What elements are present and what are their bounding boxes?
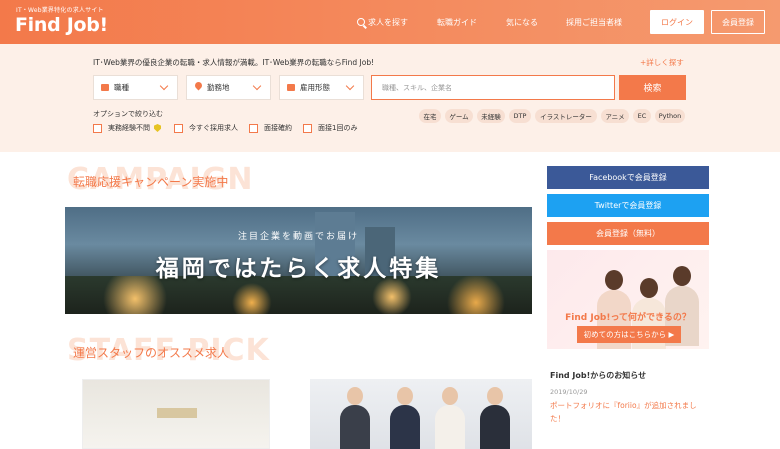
option-hiring-now[interactable]: 今すぐ採用求人 [174, 123, 238, 133]
tag-dtp[interactable]: DTP [509, 109, 531, 123]
person-head [640, 278, 658, 298]
option-no-experience[interactable]: 実務経験不問 [93, 123, 161, 133]
person-head [397, 387, 413, 405]
options-label: オプションで絞り込む [93, 110, 163, 118]
shield-icon [154, 124, 161, 132]
person-figure [435, 387, 465, 449]
location-label: 勤務地 [207, 83, 230, 92]
person-figure [340, 387, 370, 449]
fukuoka-feature-banner[interactable]: 注目企業を動画でお届け 福岡ではたらく求人特集 [65, 207, 532, 314]
location-pin-icon [193, 80, 204, 91]
banner-title: 福岡ではたらく求人特集 [155, 256, 442, 282]
employment-type-select[interactable]: 雇用形態 [279, 75, 364, 100]
person-head [487, 387, 503, 405]
detailed-search-link[interactable]: +詳しく探す [640, 57, 684, 68]
nav-recruiter[interactable]: 採用ご担当者様 [566, 17, 622, 28]
checkbox[interactable] [174, 123, 183, 133]
twitter-register-button[interactable]: Twitterで会員登録 [547, 194, 709, 217]
location-select[interactable]: 勤務地 [186, 75, 271, 100]
job-photo-office[interactable] [82, 379, 270, 449]
option-label: 実務経験不問 [108, 124, 150, 132]
person-head [673, 266, 691, 286]
job-photo-team[interactable] [310, 379, 532, 449]
option-single-interview[interactable]: 面接1回のみ [303, 123, 357, 133]
register-button[interactable]: 会員登録 [711, 10, 765, 34]
login-button[interactable]: ログイン [650, 10, 704, 34]
option-label: 面接1回のみ [318, 124, 358, 132]
option-interview-guaranteed[interactable]: 面接確約 [249, 123, 292, 133]
news-link[interactable]: ポートフォリオに『foriio』が追加されました！ [550, 399, 710, 425]
job-type-select[interactable]: 職種 [93, 75, 178, 100]
tag-anime[interactable]: アニメ [601, 109, 629, 123]
person-head [605, 270, 623, 290]
banner-subtitle: 注目企業を動画でお届け [237, 232, 359, 242]
beginner-guide-button[interactable]: 初めての方はこちらから ▶ [577, 326, 681, 343]
staff-pick-section-title: 運営スタッフのオススメ求人 [73, 346, 230, 360]
campaign-section-title: 転職応援キャンペーン実施中 [73, 175, 229, 189]
chevron-down-icon [252, 81, 262, 91]
logo-subtitle: IT・Web業界特化の求人サイト [16, 7, 104, 14]
tag-inexperienced[interactable]: 未経験 [477, 109, 505, 123]
nav-search-jobs[interactable]: 求人を探す [357, 17, 408, 28]
tag-game[interactable]: ゲーム [445, 109, 473, 123]
chevron-down-icon [159, 81, 169, 91]
checkbox[interactable] [249, 123, 258, 133]
search-button[interactable]: 検索 [619, 75, 686, 100]
tag-remote[interactable]: 在宅 [419, 109, 441, 123]
checkbox[interactable] [93, 123, 102, 133]
document-icon [287, 84, 295, 91]
news-heading: Find Job!からのお知らせ [550, 371, 647, 380]
site-logo[interactable]: Find Job! [15, 14, 108, 36]
employment-type-label: 雇用形態 [300, 83, 330, 92]
tag-illustrator[interactable]: イラストレーター [535, 109, 597, 123]
option-label: 面接確約 [264, 124, 292, 132]
search-icon [357, 18, 365, 26]
news-date: 2019/10/29 [550, 388, 588, 396]
beginner-guide-banner[interactable]: Find Job!って何ができるの？ 初めての方はこちらから ▶ [547, 250, 709, 349]
banner-question: Find Job!って何ができるの？ [565, 313, 691, 323]
facebook-register-button[interactable]: Facebookで会員登録 [547, 166, 709, 189]
chevron-down-icon [345, 81, 355, 91]
job-type-label: 職種 [114, 83, 129, 92]
tag-python[interactable]: Python [655, 109, 685, 123]
site-header: IT・Web業界特化の求人サイト Find Job! 求人を探す 転職ガイド 気… [0, 0, 780, 44]
nav-career-guide[interactable]: 転職ガイド [437, 17, 477, 28]
person-head [347, 387, 363, 405]
person-head [442, 387, 458, 405]
office-sign [157, 408, 197, 418]
nav-favorites[interactable]: 気になる [506, 17, 538, 28]
keyword-input[interactable]: 職種、スキル、企業名 [371, 75, 615, 100]
nav-search-label: 求人を探す [368, 18, 408, 27]
search-tagline: IT･Web業界の優良企業の転職・求人情報が満載。IT･Web業界の転職ならFi… [93, 58, 375, 67]
checkbox[interactable] [303, 123, 312, 133]
option-label: 今すぐ採用求人 [189, 124, 238, 132]
briefcase-icon [101, 84, 109, 91]
free-register-button[interactable]: 会員登録（無料） [547, 222, 709, 245]
person-figure [480, 387, 510, 449]
person-figure [390, 387, 420, 449]
tag-ec[interactable]: EC [633, 109, 651, 123]
